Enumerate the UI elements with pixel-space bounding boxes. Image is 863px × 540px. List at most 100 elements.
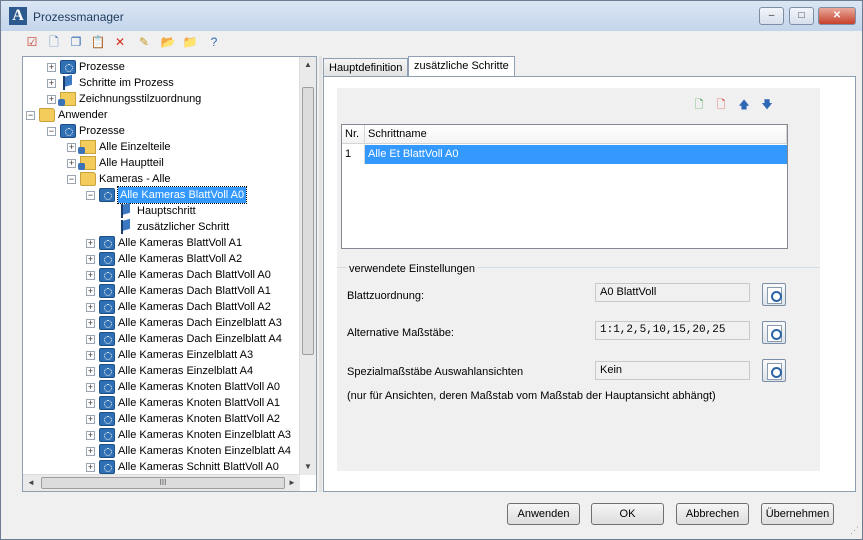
expand-icon[interactable]: + [86,367,95,376]
column-header-schrittname[interactable]: Schrittname [365,125,787,144]
tree-item[interactable]: + Alle Kameras Knoten BlattVoll A0 [23,379,300,395]
process-tree[interactable]: + Prozesse + Schritte im Prozess + Zeichnungs… [23,57,300,475]
collapse-icon[interactable]: − [86,191,95,200]
expand-icon[interactable]: + [86,255,95,264]
column-header-nr[interactable]: Nr. [342,125,365,144]
tree-item-label: Kameras - Alle [99,173,171,185]
expand-icon[interactable]: + [67,143,76,152]
tree-item[interactable]: + Alle Kameras Knoten Einzelblatt A3 [23,427,300,443]
expand-icon[interactable]: + [86,319,95,328]
tree-item[interactable]: − Prozesse [23,123,300,139]
tree-item[interactable]: + Alle Kameras BlattVoll A2 [23,251,300,267]
expand-icon[interactable]: + [86,415,95,424]
expand-icon[interactable]: + [86,383,95,392]
expand-icon[interactable]: + [67,159,76,168]
ok-button[interactable]: OK [591,503,664,525]
tree-item[interactable]: Hauptschritt [23,203,300,219]
expand-icon[interactable]: + [86,335,95,344]
close-button[interactable]: ✕ [818,7,856,25]
maximize-button[interactable]: □ [789,7,814,25]
edit-icon[interactable]: ✎ [135,33,153,51]
expand-icon[interactable]: + [86,287,95,296]
gear-icon [99,300,115,314]
tab-zusaetzliche-schritte[interactable]: zusätzliche Schritte [408,56,515,78]
collapse-icon[interactable]: − [47,127,56,136]
tree-item[interactable]: − Kameras - Alle [23,171,300,187]
checklist-icon[interactable]: ☑ [23,33,41,51]
expand-icon[interactable]: + [86,463,95,472]
tree-item[interactable]: − Anwender [23,107,300,123]
paste-icon[interactable]: 📋 [89,33,107,51]
expand-icon[interactable]: + [86,351,95,360]
expand-icon[interactable]: + [86,239,95,248]
tree-item[interactable]: + Alle Kameras BlattVoll A1 [23,235,300,251]
expand-icon[interactable]: + [86,303,95,312]
expand-icon[interactable]: + [86,431,95,440]
tree-item[interactable]: + Alle Kameras Schnitt BlattVoll A0 [23,459,300,475]
tree-item[interactable]: + Alle Kameras Knoten Einzelblatt A4 [23,443,300,459]
tree-item[interactable]: + Alle Hauptteil [23,155,300,171]
expand-icon[interactable]: + [47,63,56,72]
scroll-up-arrow-icon[interactable]: ▲ [304,60,312,69]
expand-icon[interactable]: + [47,95,56,104]
add-step-icon[interactable]: 🗋 [692,98,706,112]
spezialmassstaebe-browse-button[interactable] [762,359,786,382]
gear-icon [99,284,115,298]
tree-item[interactable]: − Alle Kameras BlattVoll A0 [23,186,300,204]
apply-button[interactable]: Anwenden [507,503,580,525]
new-document-icon[interactable]: 🗋 [45,33,63,51]
delete-icon[interactable]: ✕ [111,33,129,51]
window-title: Prozessmanager [33,10,124,24]
expand-icon[interactable]: + [86,399,95,408]
expand-icon[interactable]: + [47,79,56,88]
tab-hauptdefinition[interactable]: Hauptdefinition [323,58,409,78]
export-folder-icon[interactable]: 📂 [159,33,177,51]
tree-item[interactable]: + Alle Kameras Einzelblatt A3 [23,347,300,363]
tree-item-label: Alle Hauptteil [99,157,164,169]
tree-item[interactable]: + Alle Kameras Dach BlattVoll A1 [23,283,300,299]
resize-grip-icon[interactable]: ⋰ [850,525,859,536]
tree-item[interactable]: + Prozesse [23,59,300,75]
tree-item[interactable]: zusätzlicher Schritt [23,219,300,235]
tree-item[interactable]: + Alle Kameras Dach BlattVoll A2 [23,299,300,315]
scroll-down-arrow-icon[interactable]: ▼ [304,462,312,471]
steps-table[interactable]: Nr. Schrittname 1 Alle Et BlattVoll A0 [341,124,788,249]
remove-step-icon[interactable]: 🗋 [714,98,728,112]
gear-icon [99,380,115,394]
massstaebe-browse-button[interactable] [762,321,786,344]
accept-button[interactable]: Übernehmen [761,503,834,525]
tree-item[interactable]: + Zeichnungsstilzuordnung [23,91,300,107]
blattzuordnung-browse-button[interactable] [762,283,786,306]
tree-item[interactable]: + Alle Kameras Knoten BlattVoll A1 [23,395,300,411]
move-up-icon[interactable]: 🡅 [737,98,751,112]
massstaebe-value: 1:1,2,5,10,15,20,25 [595,321,750,340]
tree-horizontal-scroll-thumb[interactable]: III [41,477,285,489]
help-icon[interactable]: ? [205,33,223,51]
tree-item-label: Schritte im Prozess [79,77,174,89]
table-row[interactable]: 1 Alle Et BlattVoll A0 [342,145,787,164]
scroll-right-arrow-icon[interactable]: ► [288,478,296,487]
expand-icon[interactable]: + [86,271,95,280]
collapse-icon[interactable]: − [26,111,35,120]
expand-icon[interactable]: + [86,447,95,456]
gear-icon [99,236,115,250]
move-down-icon[interactable]: 🡇 [760,98,774,112]
tree-vertical-scroll-thumb[interactable] [302,87,314,355]
tree-item[interactable]: + Alle Kameras Knoten BlattVoll A2 [23,411,300,427]
tree-item[interactable]: + Alle Kameras Dach Einzelblatt A4 [23,331,300,347]
copy-icon[interactable]: ❐ [67,33,85,51]
import-folder-icon[interactable]: 📁 [181,33,199,51]
tree-horizontal-scrollbar[interactable]: ◄ III ► [23,474,300,491]
tree-vertical-scrollbar[interactable]: ▲ ▼ [299,57,316,475]
collapse-icon[interactable]: − [67,175,76,184]
tree-item[interactable]: + Alle Einzelteile [23,139,300,155]
scroll-left-arrow-icon[interactable]: ◄ [27,478,35,487]
tree-item[interactable]: + Schritte im Prozess [23,75,300,91]
tree-item-label: Prozesse [79,125,125,137]
tree-item[interactable]: + Alle Kameras Dach Einzelblatt A3 [23,315,300,331]
tree-item[interactable]: + Alle Kameras Dach BlattVoll A0 [23,267,300,283]
cancel-button[interactable]: Abbrechen [676,503,749,525]
panel-splitter[interactable] [319,56,322,492]
minimize-button[interactable]: – [759,7,784,25]
tree-item[interactable]: + Alle Kameras Einzelblatt A4 [23,363,300,379]
